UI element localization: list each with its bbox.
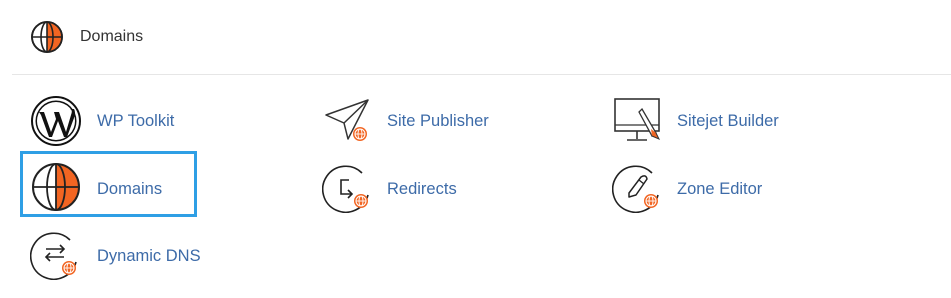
tool-label: Zone Editor <box>677 180 763 198</box>
tool-zone-editor[interactable]: Zone Editor <box>612 163 812 223</box>
paper-plane-icon <box>325 99 369 141</box>
tool-label: Dynamic DNS <box>97 247 201 265</box>
section-header[interactable]: Domains <box>0 0 951 75</box>
dynamic-dns-icon <box>30 232 77 280</box>
monitor-pen-icon <box>614 98 661 141</box>
tool-sitejet-builder[interactable]: Sitejet Builder <box>612 95 812 155</box>
tool-dynamic-dns[interactable]: Dynamic DNS <box>30 230 230 290</box>
selection-highlight <box>20 151 197 217</box>
tool-redirects[interactable]: Redirects <box>322 163 522 223</box>
divider <box>12 74 951 75</box>
tool-label: Redirects <box>387 180 457 198</box>
tool-label: WP Toolkit <box>97 112 175 130</box>
tool-site-publisher[interactable]: Site Publisher <box>322 95 522 155</box>
tool-label: Site Publisher <box>387 112 489 130</box>
globe-icon <box>31 21 63 53</box>
zone-editor-icon <box>612 165 659 213</box>
tool-label: Sitejet Builder <box>677 112 779 130</box>
wordpress-icon <box>31 96 81 146</box>
tool-wp-toolkit[interactable]: WP Toolkit <box>30 95 230 155</box>
redirect-icon <box>322 165 369 213</box>
section-title: Domains <box>80 28 144 45</box>
